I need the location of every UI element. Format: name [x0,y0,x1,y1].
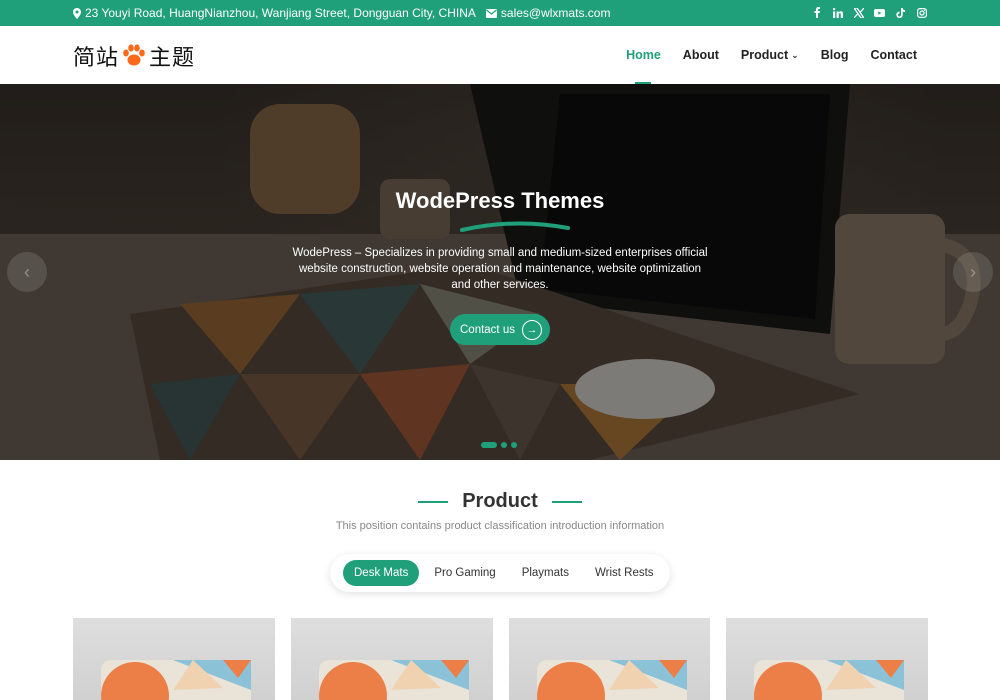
logo-text-left: 简站 [73,46,120,71]
envelope-icon [485,8,497,18]
tab-playmats[interactable]: Playmats [511,560,580,586]
instagram-icon[interactable] [916,7,927,18]
slider-dot-2[interactable] [501,442,507,448]
map-pin-icon [73,7,81,19]
nav-contact[interactable]: Contact [870,26,917,84]
nav-home-label: Home [626,48,661,62]
slider-prev-button[interactable]: ‹ [7,252,47,292]
site-header: 简站 主题 Home About Product ⌄ Blog Contact [0,26,1000,84]
arrow-right-icon: → [521,319,542,340]
email[interactable]: sales@wlxmats.com [485,6,611,20]
product-grid [73,618,928,700]
nav-product[interactable]: Product ⌄ [741,26,799,84]
nav-blog[interactable]: Blog [821,26,849,84]
social-links [811,7,927,18]
chevron-left-icon: ‹ [24,261,30,282]
nav-blog-label: Blog [820,48,849,62]
linkedin-icon[interactable] [832,7,843,18]
product-category-tabs: Desk Mats Pro Gaming Playmats Wrist Rest… [330,554,670,592]
contact-info: 23 Youyi Road, HuangNianzhou, Wanjiang S… [73,6,610,20]
logo-text-right: 主题 [149,46,196,71]
chevron-right-icon: › [970,261,976,282]
nav-product-label: Product [740,48,789,62]
product-card[interactable] [726,618,928,700]
contact-us-button[interactable]: Contact us → [450,314,550,345]
product-card[interactable] [290,618,493,700]
product-subtitle: This position contains product classific… [335,520,665,532]
product-card[interactable] [508,618,711,700]
product-image [536,660,687,700]
youtube-icon[interactable] [874,7,885,18]
product-image [318,660,469,700]
title-decor-line-right [551,500,582,503]
main-nav: Home About Product ⌄ Blog Contact [626,26,917,84]
site-logo[interactable]: 简站 主题 [73,40,195,72]
address: 23 Youyi Road, HuangNianzhou, Wanjiang S… [73,6,476,20]
nav-contact-label: Contact [870,48,917,62]
hero-slider: WodePress Themes WodePress – Specializes… [0,84,1000,460]
address-text: 23 Youyi Road, HuangNianzhou, Wanjiang S… [85,6,476,20]
product-heading: Product [462,490,538,512]
top-info-bar: 23 Youyi Road, HuangNianzhou, Wanjiang S… [0,0,1000,26]
paw-icon [123,44,145,66]
nav-home[interactable]: Home [626,26,661,84]
x-icon[interactable] [853,7,864,18]
product-section-title: Product [0,490,1000,513]
slider-pagination [481,442,517,448]
slider-next-button[interactable]: › [953,252,993,292]
hero-title-underline [460,221,570,232]
tab-wrist-rests[interactable]: Wrist Rests [584,560,665,586]
product-image [754,660,905,700]
product-card[interactable] [73,618,275,700]
tiktok-icon[interactable] [895,7,906,18]
chevron-down-icon: ⌄ [791,49,799,60]
contact-us-label: Contact us [460,323,515,336]
slider-dot-1[interactable] [481,442,497,448]
slider-dot-3[interactable] [511,442,517,448]
facebook-icon[interactable] [811,7,822,18]
tab-desk-mats[interactable]: Desk Mats [343,560,420,586]
title-decor-line-left [418,500,449,503]
hero-description: WodePress – Specializes in providing sma… [292,247,708,291]
nav-about[interactable]: About [683,26,719,84]
tab-pro-gaming[interactable]: Pro Gaming [423,560,506,586]
email-text[interactable]: sales@wlxmats.com [501,6,611,20]
product-image [101,660,251,700]
hero-title: WodePress Themes [395,188,605,213]
nav-about-label: About [682,48,719,62]
